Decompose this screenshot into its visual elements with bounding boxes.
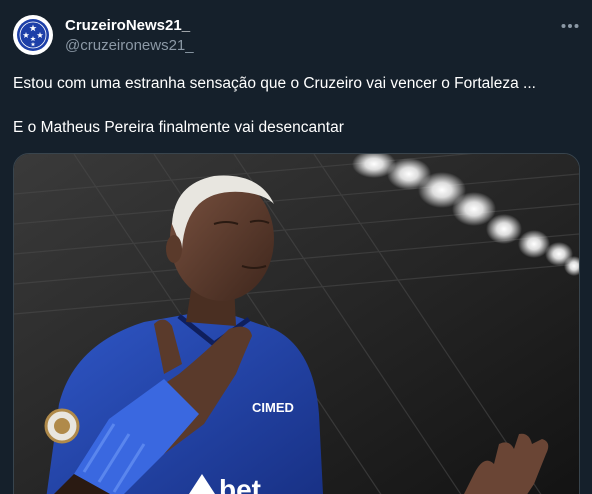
chest-sponsor-text: bet <box>219 474 261 494</box>
tweet-card: CruzeiroNews21_ @cruzeironews21_ Estou c… <box>0 0 592 494</box>
more-button[interactable] <box>556 14 584 38</box>
display-name[interactable]: CruzeiroNews21_ <box>65 16 194 35</box>
jersey-sponsor-text: CIMED <box>252 400 294 415</box>
tweet-media-image[interactable]: CIMED bet <box>13 153 580 494</box>
tweet-text-line-1: Estou com uma estranha sensação que o Cr… <box>13 75 536 92</box>
user-block: CruzeiroNews21_ @cruzeironews21_ <box>65 16 194 55</box>
handle[interactable]: @cruzeironews21_ <box>65 36 194 55</box>
tweet-text-line-2: E o Matheus Pereira finalmente vai desen… <box>13 119 344 136</box>
cruzeiro-crest-icon <box>14 16 52 54</box>
more-horizontal-icon <box>561 24 579 28</box>
avatar[interactable] <box>13 15 53 55</box>
tweet-text: Estou com uma estranha sensação que o Cr… <box>13 73 579 139</box>
football-player-photo: CIMED bet <box>14 154 579 494</box>
